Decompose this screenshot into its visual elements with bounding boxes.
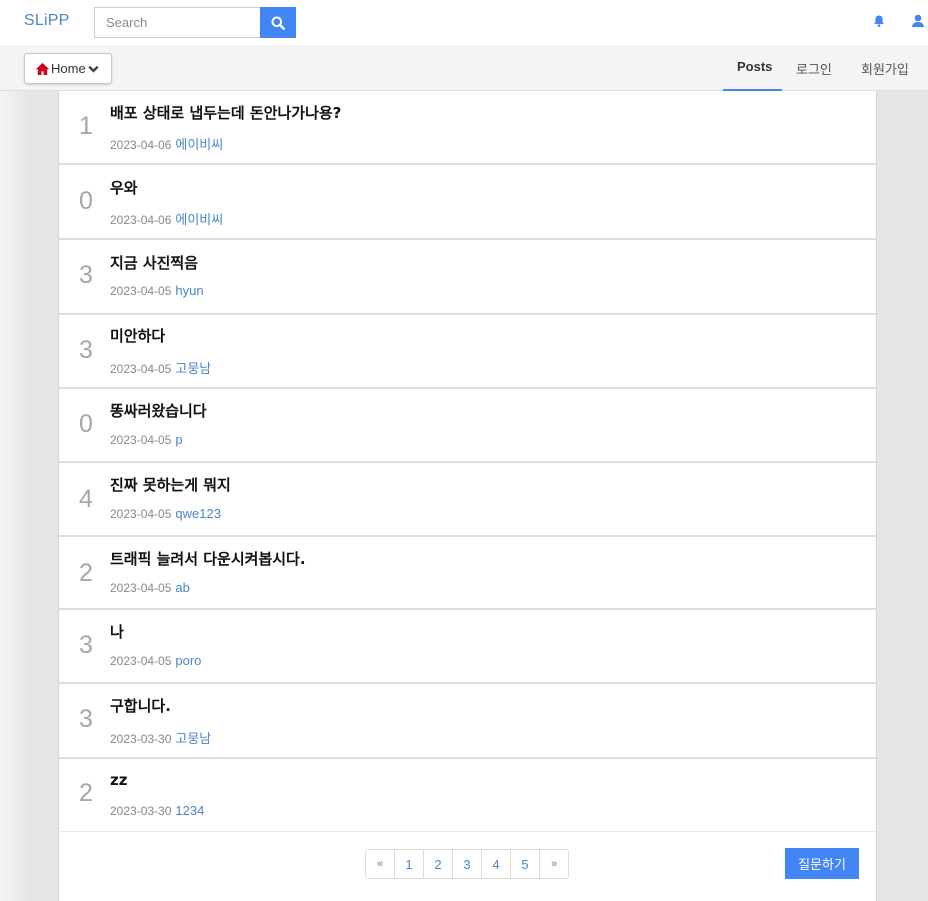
answer-count: 0 [79, 410, 93, 438]
post-row[interactable]: 3 지금 사진찍음 2023-04-05 hyun [59, 240, 876, 315]
sub-navbar: Home Posts 로그인 회원가입 [0, 45, 928, 91]
post-row[interactable]: 0 우와 2023-04-06 에이비씨 [59, 165, 876, 240]
post-row[interactable]: 3 구합니다. 2023-03-30 고뭉남 [59, 684, 876, 759]
post-title[interactable]: 우와 [110, 177, 138, 198]
top-navbar: SLiPP [0, 0, 928, 45]
post-meta: 2023-04-05 hyun [110, 283, 204, 298]
post-title[interactable]: 배포 상태로 냅두는데 돈안나가나용? [110, 102, 341, 123]
home-icon [35, 62, 50, 75]
answer-count: 4 [79, 485, 93, 513]
search-button[interactable] [260, 7, 296, 38]
brand-logo[interactable]: SLiPP [24, 12, 69, 30]
post-title[interactable]: 트래픽 늘려서 다운시켜봅시다. [110, 548, 306, 569]
search-icon [271, 16, 285, 30]
page-2[interactable]: 2 [423, 849, 453, 879]
posts-panel: 1 배포 상태로 냅두는데 돈안나가나용? 2023-04-06 에이비씨 0 우… [58, 91, 877, 901]
answer-count: 3 [79, 631, 93, 659]
answer-count: 3 [79, 336, 93, 364]
post-date: 2023-04-05 [110, 362, 172, 376]
post-meta: 2023-03-30 1234 [110, 803, 204, 818]
post-author[interactable]: ab [175, 580, 189, 595]
nav-signup[interactable]: 회원가입 [861, 59, 909, 78]
post-row[interactable]: 3 미안하다 2023-04-05 고뭉남 [59, 315, 876, 389]
post-meta: 2023-04-05 poro [110, 653, 201, 668]
pagination: « 1 2 3 4 5 » [365, 849, 569, 879]
post-date: 2023-04-05 [110, 433, 172, 447]
post-title[interactable]: 똥싸러왔습니다 [110, 400, 207, 421]
post-title[interactable]: 미안하다 [110, 325, 165, 346]
page-5[interactable]: 5 [510, 849, 540, 879]
answer-count: 2 [79, 559, 93, 587]
post-author[interactable]: p [175, 432, 182, 447]
post-date: 2023-04-05 [110, 507, 172, 521]
post-author[interactable]: qwe123 [175, 506, 221, 521]
page-3[interactable]: 3 [452, 849, 482, 879]
bell-icon[interactable] [871, 13, 887, 29]
nav-posts[interactable]: Posts [737, 59, 772, 74]
search-form [94, 7, 296, 38]
post-title[interactable]: 나 [110, 621, 124, 642]
post-date: 2023-03-30 [110, 732, 172, 746]
user-icon[interactable] [910, 13, 926, 29]
post-date: 2023-03-30 [110, 804, 172, 818]
post-author[interactable]: hyun [175, 283, 203, 298]
nav-login[interactable]: 로그인 [796, 59, 832, 78]
chevron-down-icon [88, 65, 99, 73]
search-input[interactable] [94, 7, 261, 38]
page-1[interactable]: 1 [394, 849, 424, 879]
post-author[interactable]: poro [175, 653, 201, 668]
answer-count: 3 [79, 261, 93, 289]
post-date: 2023-04-06 [110, 213, 172, 227]
page-4[interactable]: 4 [481, 849, 511, 879]
answer-count: 1 [79, 112, 93, 140]
post-date: 2023-04-05 [110, 284, 172, 298]
page-prev[interactable]: « [365, 849, 395, 879]
post-author[interactable]: 고뭉남 [175, 361, 211, 376]
ask-question-button[interactable]: 질문하기 [785, 848, 859, 879]
post-author[interactable]: 1234 [175, 803, 204, 818]
post-meta: 2023-04-06 에이비씨 [110, 134, 223, 153]
post-date: 2023-04-06 [110, 138, 172, 152]
home-label: Home [51, 61, 86, 76]
post-row[interactable]: 0 똥싸러왔습니다 2023-04-05 p [59, 389, 876, 463]
home-dropdown-button[interactable]: Home [24, 53, 112, 84]
post-date: 2023-04-05 [110, 581, 172, 595]
post-title[interactable]: zz [110, 771, 127, 789]
post-author[interactable]: 에이비씨 [175, 212, 223, 227]
post-author[interactable]: 고뭉남 [175, 731, 211, 746]
post-meta: 2023-04-05 ab [110, 580, 190, 595]
answer-count: 3 [79, 705, 93, 733]
post-meta: 2023-03-30 고뭉남 [110, 728, 211, 747]
post-meta: 2023-04-05 qwe123 [110, 506, 221, 521]
post-meta: 2023-04-06 에이비씨 [110, 209, 223, 228]
post-title[interactable]: 진짜 못하는게 뭐지 [110, 474, 231, 495]
left-background [0, 91, 30, 901]
post-row[interactable]: 2 트래픽 늘려서 다운시켜봅시다. 2023-04-05 ab [59, 537, 876, 610]
post-title[interactable]: 구합니다. [110, 695, 171, 716]
post-row[interactable]: 1 배포 상태로 냅두는데 돈안나가나용? 2023-04-06 에이비씨 [59, 91, 876, 165]
post-row[interactable]: 3 나 2023-04-05 poro [59, 610, 876, 684]
post-title[interactable]: 지금 사진찍음 [110, 252, 198, 273]
page-next[interactable]: » [539, 849, 569, 879]
answer-count: 2 [79, 779, 93, 807]
post-row[interactable]: 2 zz 2023-03-30 1234 [59, 759, 876, 832]
post-author[interactable]: 에이비씨 [175, 137, 223, 152]
post-meta: 2023-04-05 고뭉남 [110, 358, 211, 377]
post-meta: 2023-04-05 p [110, 432, 183, 447]
post-date: 2023-04-05 [110, 654, 172, 668]
answer-count: 0 [79, 187, 93, 215]
post-row[interactable]: 4 진짜 못하는게 뭐지 2023-04-05 qwe123 [59, 463, 876, 537]
